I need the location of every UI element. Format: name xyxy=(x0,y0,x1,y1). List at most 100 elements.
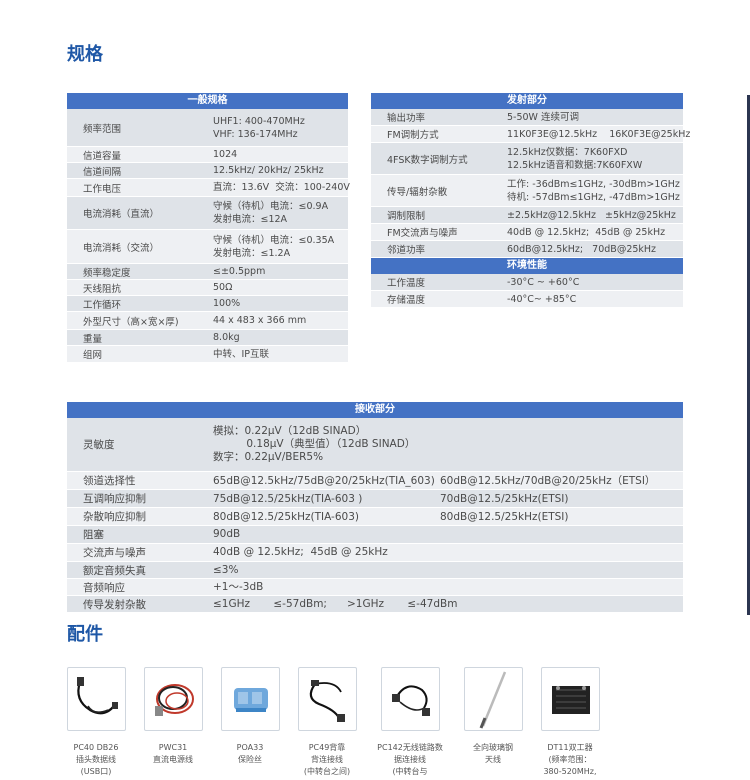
spec-value: 工作: -36dBm≤1GHz, -30dBm>1GHz xyxy=(507,178,680,190)
accessory-image xyxy=(298,667,357,731)
spec-value: 守候（待机）电流：≤0.35A xyxy=(213,234,335,246)
spec-value: 12.5kHz/ 20kHz/ 25kHz xyxy=(213,165,324,176)
table-row: 互调响应抑制 75dB@12.5/25kHz(TIA-603 ) 70dB@12.5… xyxy=(67,490,683,508)
spec-label: 邻道功率 xyxy=(387,245,426,256)
transmit-spec-header: 发射部分 xyxy=(371,93,683,109)
spec-label: 工作循环 xyxy=(83,299,122,311)
spec-values: 40dB @ 12.5kHz; 45dB @ 25kHz xyxy=(507,224,665,240)
accessory-image xyxy=(464,667,523,731)
accessory-item: PC49背靠 背连接线 (中转台之间) xyxy=(298,667,367,778)
link-cable-icon xyxy=(382,685,439,734)
spec-label: 存储温度 xyxy=(387,295,426,306)
spec-value: 发射电流：≤1.2A xyxy=(213,247,291,259)
power-cable-icon xyxy=(145,684,202,734)
accessory-image xyxy=(221,667,280,731)
spec-values: 12.5kHz/ 20kHz/ 25kHz xyxy=(213,163,324,178)
table-row: 频率范围 UHF1: 400-470MHz VHF: 136-174MHz xyxy=(67,109,348,147)
table-row: 4FSK数字调制方式 12.5kHz仅数据：7K60FXD 12.5kHz语音和数据… xyxy=(371,143,683,175)
table-row: 外型尺寸（高×宽×厚) 44 x 483 x 366 mm xyxy=(67,312,348,330)
spec-label: 灵敏度 xyxy=(83,439,115,451)
caption-line: POA33 xyxy=(236,743,264,752)
spec-value: 0.18μV（典型值）（12dB SINAD） xyxy=(213,438,416,450)
spec-value: 60dB@12.5kHz/70dB@20/25kHz（ETSI） xyxy=(440,475,656,487)
spec-label: 工作电压 xyxy=(83,183,122,195)
env-spec-header: 环境性能 xyxy=(371,258,683,274)
spec-value: 65dB@12.5kHz/75dB@20/25kHz(TIA_603) xyxy=(213,474,435,487)
spec-value: 40dB @ 12.5kHz; 45dB @ 25kHz xyxy=(507,226,666,238)
spec-value: 发射电流：≤12A xyxy=(213,214,288,225)
spec-value: 直流：13.6V 交流：100-240V xyxy=(213,182,350,193)
spec-values: 5-50W 连续可调 xyxy=(507,109,579,125)
accessory-image xyxy=(144,667,203,731)
table-row: 工作温度 -30°C ~ +60°C xyxy=(371,274,683,291)
spec-values: 50Ω xyxy=(213,280,232,295)
table-row: 电流消耗（直流） 守候（待机）电流：≤0.9A 发射电流：≤12A xyxy=(67,197,348,230)
table-row: 存储温度 -40°C~ +85°C xyxy=(371,291,683,308)
spec-value: 40dB @ 12.5kHz; 45dB @ 25kHz xyxy=(213,546,388,558)
accessory-caption: PWC31 直流电源线 xyxy=(133,742,213,766)
spec-value: UHF1: 400-470MHz xyxy=(213,115,305,127)
table-row: 电流消耗（交流） 守候（待机）电流：≤0.35A 发射电流：≤1.2A xyxy=(67,230,348,264)
receive-spec-table: 接收部分 灵敏度 模拟：0.22μV（12dB SINAD） 0.18μV（典型值… xyxy=(67,402,683,613)
spec-values: ≤1GHz ≤-57dBm; >1GHz ≤-47dBm xyxy=(213,596,457,612)
caption-line: 380-520MHz, xyxy=(543,767,597,776)
spec-values: UHF1: 400-470MHz VHF: 136-174MHz xyxy=(213,109,305,146)
fuse-icon xyxy=(222,688,279,734)
caption-line: 全向玻璃钢 xyxy=(473,743,513,752)
spec-value: -40°C~ +85°C xyxy=(507,293,577,305)
accessory-caption: PC142无线链路数 据连接线 (中转台与 xyxy=(370,742,450,778)
spec-values: +1～-3dB xyxy=(213,579,263,595)
table-row: 邻道功率 60dB@12.5kHz; 70dB@25kHz xyxy=(371,241,683,258)
spec-values: 8.0kg xyxy=(213,330,240,345)
spec-value: 11K0F3E@12.5kHz 16K0F3E@25kHz xyxy=(507,128,691,140)
spec-value: ≤1GHz ≤-57dBm; >1GHz ≤-47dBm xyxy=(213,597,458,610)
table-row: 传导/辐射杂散 工作: -36dBm≤1GHz, -30dBm>1GHz 待机: -… xyxy=(371,175,683,207)
caption-line: 插头数据线 xyxy=(76,755,116,764)
general-spec-table: 一般规格 频率范围 UHF1: 400-470MHz VHF: 136-174MHz… xyxy=(67,93,350,363)
table-row: 领道选择性 65dB@12.5kHz/75dB@20/25kHz(TIA_603)… xyxy=(67,472,683,490)
spec-values: 60dB@12.5kHz; 70dB@25kHz xyxy=(507,241,656,257)
spec-label: 组网 xyxy=(83,350,103,361)
spec-value: 12.5kHz仅数据：7K60FXD xyxy=(507,146,628,158)
accessory-item: POA33 保险丝 xyxy=(221,667,290,766)
spec-label: 音频响应 xyxy=(83,581,125,594)
spec-label: FM调制方式 xyxy=(387,130,439,141)
caption-line: 据连接线 xyxy=(394,755,426,764)
accessory-item: PC142无线链路数 据连接线 (中转台与 xyxy=(377,667,450,778)
spec-label: 额定音频失真 xyxy=(83,564,146,577)
caption-line: 背连接线 xyxy=(311,755,343,764)
spec-label: 工作温度 xyxy=(387,278,426,289)
spec-values: 守候（待机）电流：≤0.9A 发射电流：≤12A xyxy=(213,197,328,229)
caption-line: (频率范围： xyxy=(548,755,592,764)
spec-values: 90dB xyxy=(213,526,240,543)
table-row: 天线阻抗 50Ω xyxy=(67,280,348,296)
table-row: 阻塞 90dB xyxy=(67,526,683,544)
spec-value: 100% xyxy=(213,298,241,309)
antenna-icon xyxy=(465,671,522,734)
spec-value: 待机: -57dBm≤1GHz, -47dBm>1GHz xyxy=(507,191,680,203)
general-spec-header: 一般规格 xyxy=(67,93,348,109)
spec-label: 交流声与噪声 xyxy=(83,547,146,559)
spec-values: ≤3% xyxy=(213,562,238,578)
spec-label: 天线阻抗 xyxy=(83,283,122,295)
table-row: FM交流声与噪声 40dB @ 12.5kHz; 45dB @ 25kHz xyxy=(371,224,683,241)
spec-value: 60dB@12.5kHz; 70dB@25kHz xyxy=(507,243,657,255)
table-row: 组网 中转、IP互联 xyxy=(67,346,348,363)
caption-line: 天线 xyxy=(485,755,501,764)
table-row: 信道间隔 12.5kHz/ 20kHz/ 25kHz xyxy=(67,163,348,179)
table-row: 频率稳定度 ≤±0.5ppm xyxy=(67,264,348,280)
accessory-caption: POA33 保险丝 xyxy=(210,742,290,766)
spec-label: 外型尺寸（高×宽×厚) xyxy=(83,316,179,328)
spec-value: ≤±0.5ppm xyxy=(213,266,266,277)
usb-cable-icon xyxy=(68,677,125,734)
caption-line: (中转台与 xyxy=(392,767,428,776)
accessory-image xyxy=(381,667,440,731)
spec-values: 75dB@12.5/25kHz(TIA-603 ) 70dB@12.5/25kHz… xyxy=(213,490,569,507)
spec-values: ±2.5kHz@12.5kHz ±5kHz@25kHz xyxy=(507,207,676,223)
spec-values: -40°C~ +85°C xyxy=(507,291,576,307)
caption-line: 直流电源线 xyxy=(153,755,193,764)
spec-values: 80dB@12.5/25kHz(TIA-603) 80dB@12.5/25kHz(… xyxy=(213,508,569,525)
caption-line: PC40 DB26 xyxy=(73,743,119,752)
spec-value: 44 x 483 x 366 mm xyxy=(213,315,307,326)
accessory-caption: DT11双工器 (频率范围： 380-520MHz, xyxy=(530,742,610,778)
